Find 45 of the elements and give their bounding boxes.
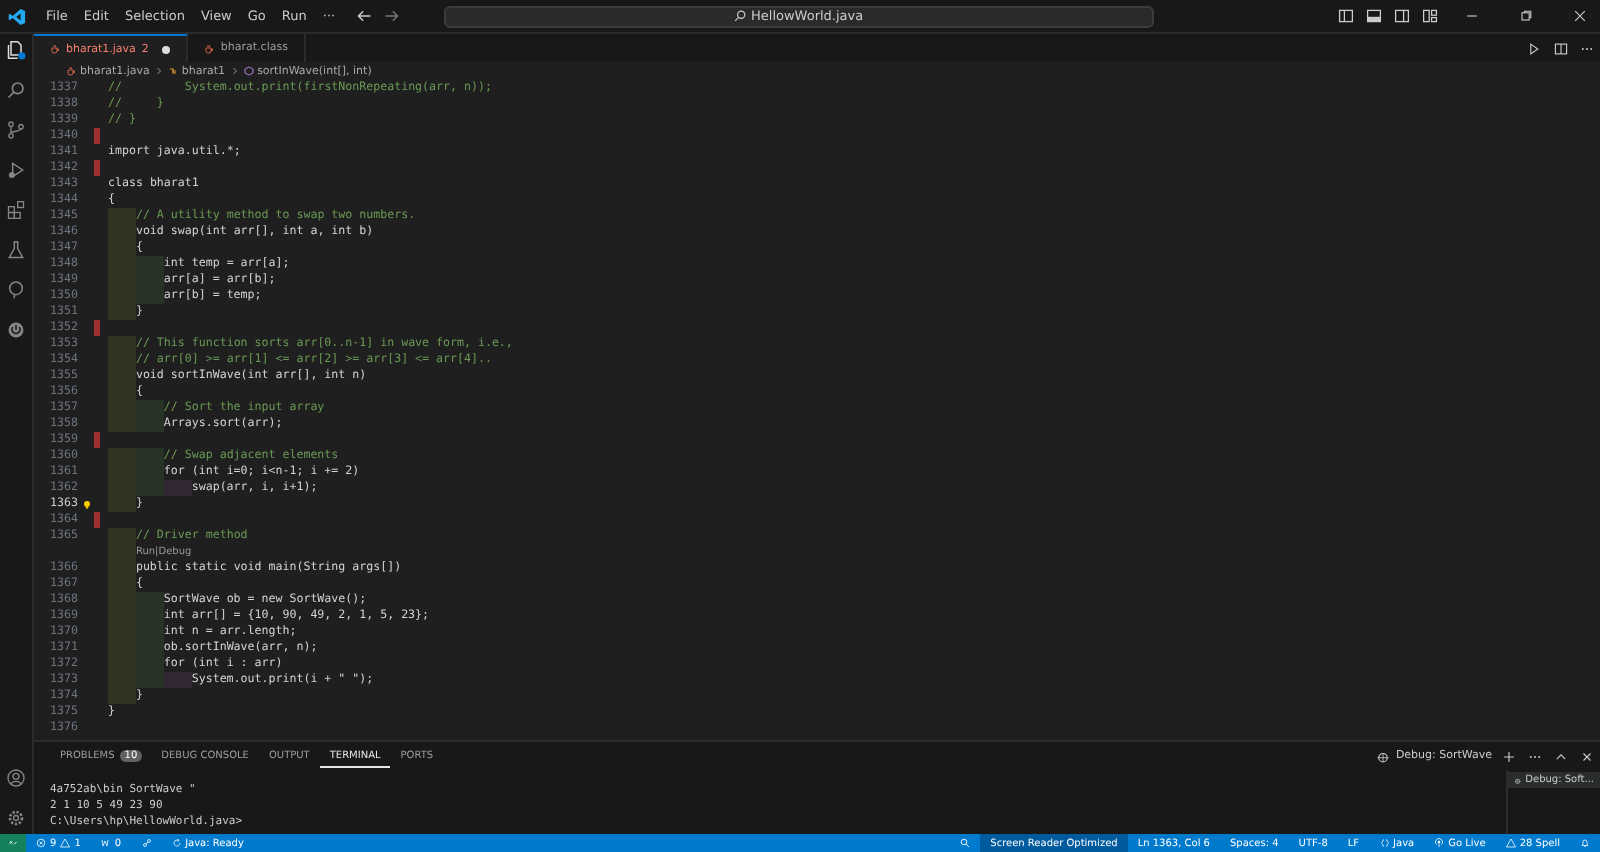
close-icon[interactable] xyxy=(1580,749,1594,763)
method-icon xyxy=(243,66,254,76)
back-arrow-icon[interactable] xyxy=(355,8,372,24)
remote-icon xyxy=(8,838,18,848)
sync-icon xyxy=(171,838,182,848)
forward-arrow-icon[interactable] xyxy=(383,8,400,24)
bug-icon xyxy=(1375,749,1390,763)
split-editor-icon[interactable] xyxy=(1554,41,1568,55)
run-icon[interactable] xyxy=(1528,41,1542,55)
search-icon[interactable] xyxy=(6,80,26,100)
extensions-icon[interactable] xyxy=(6,200,26,220)
toggle-panel-icon[interactable] xyxy=(1366,8,1382,24)
run-debug-icon[interactable] xyxy=(6,160,26,180)
error-icon xyxy=(36,838,46,848)
chevron-right-icon xyxy=(229,66,240,76)
chevron-up-icon[interactable] xyxy=(1554,749,1568,763)
java-cup-icon xyxy=(66,66,76,76)
speech-bubble-icon[interactable] xyxy=(6,280,26,300)
bell-icon[interactable] xyxy=(1580,838,1590,848)
chevron-right-icon xyxy=(153,66,164,76)
connection-icon[interactable] xyxy=(141,838,152,848)
files-icon[interactable] xyxy=(6,40,26,60)
flask-icon[interactable] xyxy=(6,240,26,260)
restore-icon[interactable] xyxy=(1518,8,1534,24)
zoom-icon[interactable] xyxy=(960,838,971,848)
lightbulb-icon[interactable] xyxy=(81,499,91,509)
customize-layout-icon[interactable] xyxy=(1422,8,1438,24)
class-icon xyxy=(167,66,178,76)
bug-icon xyxy=(1514,775,1522,785)
java-cup-icon xyxy=(50,44,60,54)
search-icon xyxy=(733,10,746,22)
braces-icon xyxy=(1379,838,1390,848)
java-cup-icon xyxy=(204,43,215,53)
toggle-sidebar-icon[interactable] xyxy=(1338,8,1354,24)
close-icon[interactable] xyxy=(1572,8,1588,24)
account-icon[interactable] xyxy=(6,768,26,788)
app-logo-icon xyxy=(8,7,26,25)
toggle-secondary-sidebar-icon[interactable] xyxy=(1394,8,1410,24)
source-control-icon[interactable] xyxy=(6,120,26,140)
warning-icon xyxy=(1505,838,1516,848)
settings-icon[interactable] xyxy=(6,808,26,828)
warning-icon xyxy=(60,838,71,848)
add-icon[interactable] xyxy=(1502,749,1516,763)
broadcast-icon xyxy=(1434,838,1445,848)
power-icon[interactable] xyxy=(6,320,26,340)
